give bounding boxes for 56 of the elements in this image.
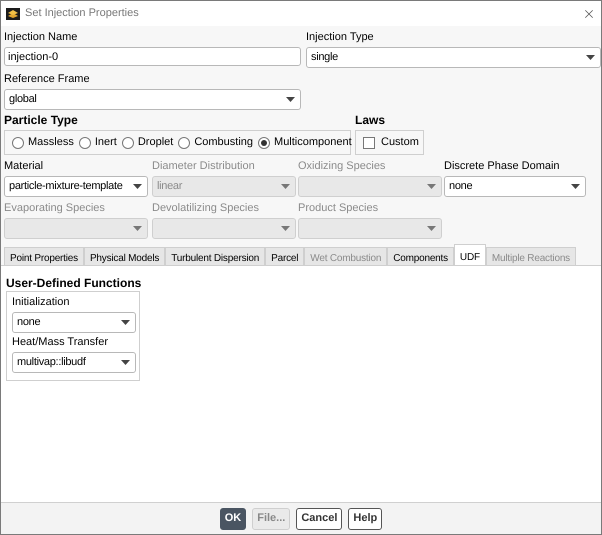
radio-button[interactable] [122,136,134,148]
window-title: Set Injection Properties [25,6,139,22]
radio-button[interactable] [258,136,270,148]
checkbox[interactable] [363,136,375,148]
caret-icon [571,184,580,189]
tab[interactable]: Physical Models [84,247,166,265]
dialog-button[interactable]: OK [220,508,246,530]
checkbox-option[interactable]: Custom [363,134,419,151]
caret-icon [427,184,436,189]
caret-icon [121,360,130,365]
caret-icon [286,97,295,102]
radio-button[interactable] [78,136,91,148]
field-label: Diameter Distribution [152,159,256,173]
radio-option[interactable]: Combusting [178,134,254,151]
field-label: Heat/Mass Transfer [12,335,109,349]
caret-icon [427,226,436,231]
dialog-button[interactable]: Cancel [296,508,342,530]
dropdown[interactable]: multivap::libudf [12,352,136,373]
radio-option[interactable]: Massless [12,134,74,151]
field-label: Injection Type [306,30,375,44]
tab[interactable]: Point Properties [4,247,84,265]
tab[interactable]: Parcel [265,247,304,265]
field-label: Reference Frame [4,72,91,86]
dropdown[interactable]: none [12,312,136,333]
dropdown[interactable]: particle-mixture-template [4,176,148,197]
field-label: Injection Name [4,30,78,44]
field-label: User-Defined Functions [6,276,142,290]
caret-icon [121,320,130,325]
field-label: Initialization [12,295,70,309]
field-label: Devolatilizing Species [152,201,260,215]
dialog-button[interactable]: Help [348,508,382,530]
field-label: Material [4,159,44,173]
caret-icon [133,184,142,189]
radio-button[interactable] [12,136,24,148]
text-field[interactable]: injection-0 [4,47,301,66]
dropdown[interactable]: global [4,89,301,110]
dropdown[interactable]: none [444,176,586,197]
caret-icon [133,226,142,231]
radio-option[interactable]: Droplet [122,134,174,151]
radio-button[interactable] [178,136,190,148]
caret-icon [281,184,290,189]
field-label: Oxidizing Species [298,159,386,173]
field-label: Particle Type [4,113,79,127]
field-label: Discrete Phase Domain [444,159,561,173]
radio-option[interactable]: Multicomponent [258,134,352,151]
caret-icon [281,226,290,231]
field-label: Evaporating Species [4,201,106,215]
tab[interactable]: UDF [454,244,486,265]
caret-icon [586,55,595,60]
app-icon [6,8,20,20]
radio-option[interactable]: Inert [78,134,117,151]
field-label: Product Species [298,201,380,215]
dropdown[interactable]: single [306,47,601,68]
field-label: Laws [355,113,386,127]
tab[interactable]: Components [387,247,454,265]
tab[interactable]: Turbulent Dispersion [165,247,266,265]
